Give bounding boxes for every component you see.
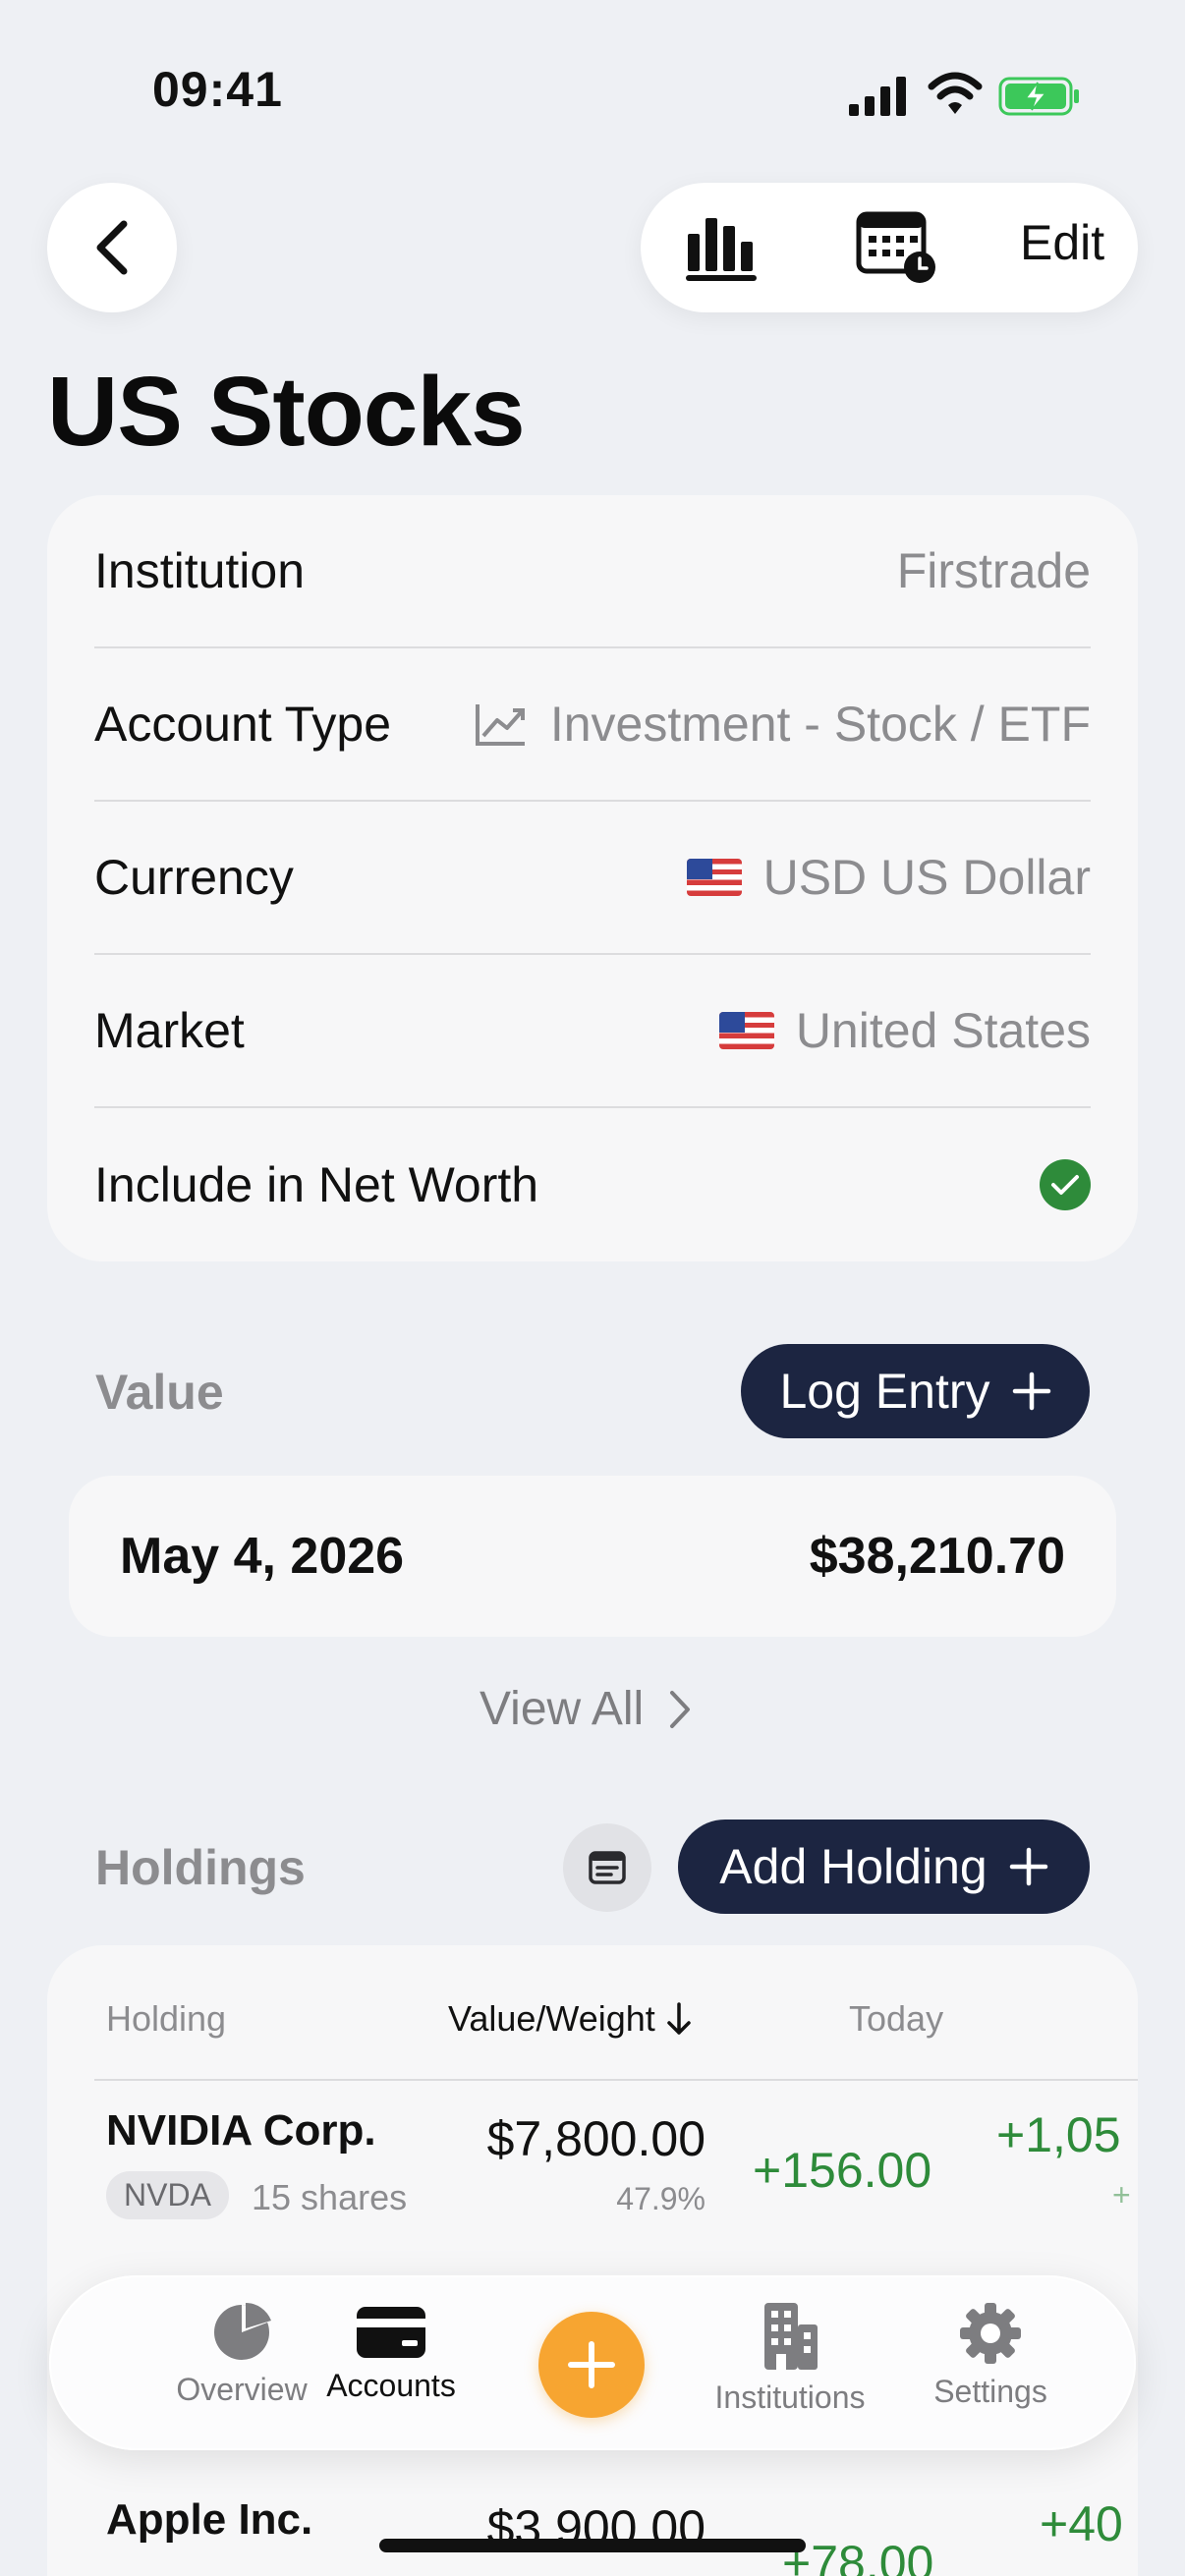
- chevron-left-icon: [96, 220, 128, 275]
- cellular-signal-icon: [849, 77, 906, 116]
- holdings-heading: Holdings: [95, 1840, 306, 1895]
- holding-name: NVIDIA Corp.: [106, 2106, 376, 2155]
- chevron-right-icon: [670, 1690, 691, 1728]
- tab-institutions-label: Institutions: [714, 2380, 866, 2415]
- status-time: 09:41: [152, 62, 283, 117]
- add-fab-button[interactable]: [538, 2312, 645, 2418]
- home-indicator: [379, 2539, 806, 2552]
- plus-icon: [568, 2341, 615, 2388]
- market-row[interactable]: Market United States: [94, 955, 1091, 1108]
- battery-charging-icon: [998, 77, 1079, 116]
- column-header-value-weight-label: Value/Weight: [448, 1998, 655, 2039]
- holding-name: Apple Inc.: [106, 2495, 313, 2544]
- holdings-table: Holding Value/Weight Today NVIDIA Corp. …: [47, 1945, 1138, 2576]
- card-icon: [357, 2307, 425, 2358]
- value-entry-amount: $38,210.70: [809, 1528, 1065, 1585]
- column-header-today[interactable]: Today: [849, 1998, 943, 2040]
- account-type-label: Account Type: [94, 697, 392, 752]
- holding-weight: 47.9%: [616, 2181, 705, 2216]
- holding-shares: 15 shares: [252, 2177, 408, 2217]
- plus-icon: [1012, 1372, 1050, 1411]
- tab-bar: Overview Accounts Institutions Settings: [49, 2275, 1136, 2450]
- tab-accounts-label: Accounts: [326, 2368, 456, 2403]
- holding-total-change: +40: [1040, 2496, 1123, 2551]
- institution-value: Firstrade: [896, 543, 1091, 598]
- page-title: US Stocks: [47, 357, 526, 467]
- value-entry-card[interactable]: May 4, 2026 $38,210.70: [69, 1476, 1116, 1637]
- us-flag-icon: [718, 1012, 774, 1049]
- holding-ticker-badge: NVDA: [106, 2171, 229, 2219]
- holding-today-change: +156.00: [753, 2143, 932, 2198]
- checkmark-icon[interactable]: [1040, 1159, 1091, 1210]
- arrow-down-icon: [667, 2002, 691, 2035]
- column-header-value-weight[interactable]: Value/Weight: [448, 1998, 693, 2040]
- institution-label: Institution: [94, 543, 306, 598]
- account-details-card: Institution Firstrade Account Type Inves…: [47, 495, 1138, 1261]
- plus-icon: [1009, 1847, 1047, 1886]
- log-entry-label: Log Entry: [779, 1364, 990, 1419]
- tab-accounts[interactable]: Accounts: [303, 2305, 480, 2404]
- holding-total-change: +1,05: [996, 2107, 1121, 2162]
- currency-row[interactable]: Currency USD US Dollar: [94, 802, 1091, 955]
- net-worth-row: Include in Net Worth: [94, 1108, 1091, 1261]
- wifi-icon: [928, 72, 983, 114]
- column-header-holding[interactable]: Holding: [106, 1998, 226, 2040]
- log-entry-button[interactable]: Log Entry: [741, 1344, 1090, 1438]
- market-label: Market: [94, 1003, 245, 1058]
- table-divider: [94, 2079, 1138, 2081]
- holdings-list-button[interactable]: [563, 1823, 651, 1912]
- currency-label: Currency: [94, 850, 294, 905]
- add-holding-button[interactable]: Add Holding: [678, 1820, 1090, 1914]
- view-all-link[interactable]: View All: [480, 1682, 693, 1736]
- calendar-clock-icon[interactable]: [855, 206, 939, 285]
- net-worth-label: Include in Net Worth: [94, 1157, 539, 1212]
- header-toolbar: Edit: [641, 183, 1138, 312]
- holding-today-change: +78.00: [782, 2536, 934, 2576]
- back-button[interactable]: [47, 183, 177, 312]
- market-value: United States: [795, 1003, 1091, 1058]
- trend-chart-icon: [475, 704, 525, 746]
- bar-chart-icon[interactable]: [682, 212, 761, 283]
- value-heading: Value: [95, 1365, 224, 1420]
- building-icon: [764, 2303, 818, 2370]
- tab-institutions[interactable]: Institutions: [702, 2299, 878, 2416]
- institution-row[interactable]: Institution Firstrade: [94, 495, 1091, 648]
- view-all-label: View All: [480, 1683, 645, 1735]
- value-entry-date: May 4, 2026: [120, 1528, 405, 1585]
- tab-overview-label: Overview: [176, 2372, 308, 2407]
- tab-settings[interactable]: Settings: [902, 2301, 1079, 2410]
- list-icon: [589, 1851, 626, 1884]
- us-flag-icon: [686, 859, 742, 896]
- tab-settings-label: Settings: [933, 2374, 1047, 2409]
- pie-chart-icon: [214, 2303, 271, 2360]
- currency-value: USD US Dollar: [762, 850, 1091, 905]
- account-type-value: Investment - Stock / ETF: [549, 697, 1091, 752]
- holding-value: $7,800.00: [486, 2111, 705, 2166]
- holding-total-change-sub: +: [1112, 2177, 1131, 2212]
- account-type-row[interactable]: Account Type Investment - Stock / ETF: [94, 648, 1091, 802]
- gear-icon: [960, 2303, 1021, 2364]
- edit-button[interactable]: Edit: [1020, 214, 1104, 271]
- add-holding-label: Add Holding: [719, 1839, 988, 1894]
